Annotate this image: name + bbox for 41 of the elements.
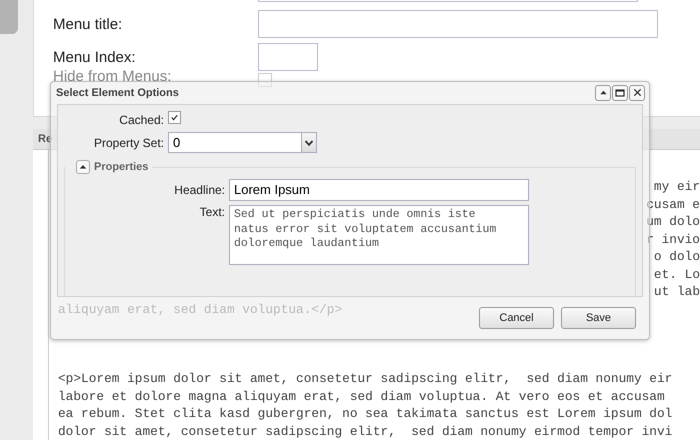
triangle-up-icon — [598, 88, 608, 97]
save-button[interactable]: Save — [561, 307, 636, 329]
input-field[interactable] — [258, 43, 318, 71]
field-label: Headline: — [173, 183, 225, 197]
triangle-up-icon — [79, 163, 87, 171]
field-label: Text: — [198, 205, 225, 219]
code-line: cusam e — [646, 196, 700, 212]
text-area[interactable]: Sed ut perspiciatis unde omnis iste natus error sit voluptatem accusantium doloremque laudantium — [229, 205, 529, 265]
dialog-title: Select Element Options — [56, 86, 179, 98]
close-icon — [632, 88, 642, 97]
code-line: um dolo — [646, 214, 700, 229]
checkmark-icon — [170, 113, 179, 122]
cancel-button[interactable]: Cancel — [479, 307, 554, 329]
field-label: Cached: — [118, 113, 164, 127]
field-label: Hide from Menus: — [53, 68, 172, 85]
code-line: ea rebum. Stet clita kasd gubergren, no sea takimata sanctus est Lorem ipsum dol — [58, 406, 672, 421]
scroll-handle[interactable] — [0, 0, 18, 34]
dropdown-button[interactable] — [301, 133, 316, 152]
field-label: Menu Index: — [53, 48, 137, 66]
input-field[interactable] — [258, 10, 658, 38]
maximize-button[interactable] — [612, 84, 628, 100]
collapse-button[interactable] — [595, 84, 611, 100]
code-line: dolor sit amet, consetetur sadipscing elitr, sed diam nonumy eirmod tempor invi — [58, 424, 672, 438]
group-legend: Properties — [94, 161, 148, 173]
checkbox[interactable] — [258, 73, 272, 87]
field-label: Menu title: — [53, 16, 124, 32]
checkbox[interactable] — [168, 111, 181, 124]
select-field[interactable]: 0 — [168, 132, 317, 153]
code-line: labore et dolore magna aliquyam erat, sed diam voluptua. At vero eos et accusam — [58, 388, 665, 404]
code-line: o dolo — [654, 249, 700, 264]
code-line: aliquyam erat, sed diam voluptua.</p> — [58, 302, 342, 316]
code-line: et. Lo — [654, 266, 700, 282]
window-icon — [615, 88, 625, 98]
code-line: my eir — [654, 179, 700, 194]
close-button[interactable] — [629, 84, 645, 100]
headline-field[interactable]: Lorem Ipsum — [229, 179, 529, 201]
code-line: <p>Lorem ipsum dolor sit amet, consetetur sadipscing elitr, sed diam nonumy eir — [58, 371, 672, 386]
collapse-toggle[interactable] — [76, 160, 90, 174]
field-label: Property Set: — [92, 136, 164, 150]
chevron-down-icon — [304, 138, 314, 148]
code-line: ut lab — [654, 284, 700, 299]
